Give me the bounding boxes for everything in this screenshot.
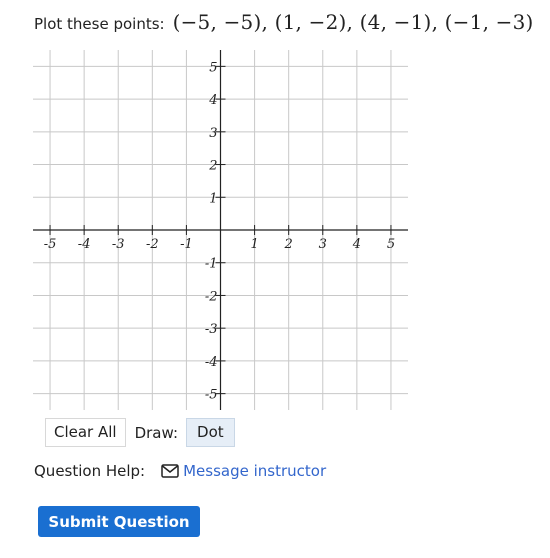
x-tick-label: 4 — [352, 237, 361, 252]
x-tick-label: -4 — [78, 237, 91, 252]
x-tick-label: 3 — [319, 237, 327, 252]
question-prompt: Plot these points: (−5, −5), (1, −2), (4… — [34, 10, 534, 38]
question-help-label: Question Help: — [34, 462, 146, 480]
y-tick-label: -4 — [205, 355, 218, 370]
x-tick-label: -1 — [180, 237, 193, 252]
y-tick-label: 4 — [208, 93, 217, 108]
message-instructor-label: Message instructor — [183, 462, 327, 480]
question-label: Plot these points: — [34, 15, 165, 33]
y-tick-label: 5 — [209, 60, 217, 75]
x-tick-label: -5 — [44, 237, 57, 252]
question-help: Question Help: Message instructor — [34, 462, 326, 480]
y-tick-label: -2 — [205, 289, 218, 304]
coordinate-grid[interactable]: -5 -4 -3 -2 -1 1 2 3 4 5 5 4 3 2 1 -1 -2 -3 -4 -5 — [33, 50, 408, 410]
submit-question-button[interactable]: Submit Question — [38, 506, 200, 537]
y-tick-label: -5 — [205, 388, 218, 403]
message-instructor-link[interactable]: Message instructor — [161, 462, 326, 480]
y-tick-label: -1 — [205, 257, 218, 272]
envelope-icon — [161, 464, 179, 478]
dot-tool-button[interactable]: Dot — [186, 418, 235, 447]
x-tick-label: 2 — [284, 237, 293, 252]
x-tick-label: 1 — [250, 237, 258, 252]
y-tick-label: 3 — [209, 126, 217, 141]
x-tick-label: -2 — [146, 237, 159, 252]
y-tick-label: -3 — [205, 322, 218, 337]
clear-all-button[interactable]: Clear All — [45, 418, 126, 447]
x-tick-label: -3 — [112, 237, 125, 252]
x-tick-label: 5 — [387, 237, 395, 252]
draw-label: Draw: — [134, 423, 179, 442]
y-tick-label: 2 — [208, 159, 217, 174]
points-list: (−5, −5), (1, −2), (4, −1), (−1, −3) — [172, 10, 534, 34]
y-tick-label: 1 — [209, 191, 217, 206]
graph-controls: Clear All Draw: Dot — [45, 418, 235, 447]
